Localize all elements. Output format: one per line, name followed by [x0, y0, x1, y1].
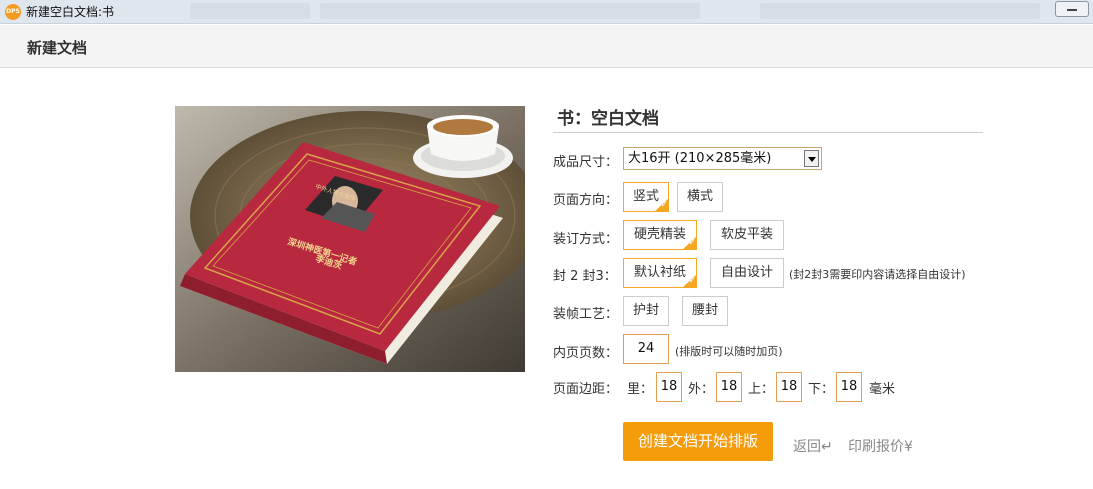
margin-inner-label: 里： [627, 382, 654, 397]
margin-bottom-label: 下： [808, 382, 835, 397]
heading-divider [553, 132, 983, 133]
cover23-hint: (封2封3需要印内容请选择自由设计) [789, 268, 966, 281]
background-toolbar-ghost [320, 3, 700, 19]
craft-jacket-button[interactable]: 护封 [623, 296, 669, 326]
margin-outer-input[interactable]: 18 [716, 372, 742, 402]
back-link[interactable]: 返回↵ [793, 436, 833, 456]
app-logo-icon: DPS [5, 4, 21, 20]
cover23-custom-button[interactable]: 自由设计 [710, 258, 784, 288]
craft-label: 装帧工艺： [553, 307, 619, 322]
pages-input[interactable]: 24 [623, 334, 669, 364]
create-document-button[interactable]: 创建文档开始排版 [623, 422, 773, 461]
window-title: 新建空白文档:书 [26, 5, 115, 19]
size-select-value: 大16开 (210×285毫米) [628, 151, 772, 166]
binding-hardcover-button[interactable]: 硬壳精装 [623, 220, 697, 250]
size-select[interactable]: 大16开 (210×285毫米) [623, 147, 822, 170]
book-preview-image: 中外人物大全传 深圳神医第一记者 李迪茨 [175, 106, 525, 372]
orientation-landscape-button[interactable]: 横式 [677, 182, 723, 212]
size-label: 成品尺寸： [553, 155, 619, 170]
background-toolbar-ghost [760, 3, 1040, 19]
margin-label: 页面边距： [553, 382, 619, 397]
cover23-default-button[interactable]: 默认衬纸 [623, 258, 697, 288]
margin-unit: 毫米 [869, 382, 896, 397]
window-titlebar: DPS 新建空白文档:书 [0, 0, 1093, 24]
pages-hint: (排版时可以随时加页) [675, 345, 783, 358]
print-quote-link[interactable]: 印刷报价¥ [848, 436, 913, 456]
margin-bottom-input[interactable]: 18 [836, 372, 862, 402]
pages-label: 内页页数： [553, 346, 619, 361]
binding-label: 装订方式： [553, 232, 619, 247]
orientation-portrait-button[interactable]: 竖式 [623, 182, 669, 212]
dialog-title: 新建文档 [27, 39, 88, 57]
orientation-label: 页面方向： [553, 193, 619, 208]
craft-belly-band-button[interactable]: 腰封 [682, 296, 728, 326]
form-heading: 书：空白文档 [557, 109, 659, 129]
dropdown-arrow-icon[interactable] [804, 150, 819, 167]
minimize-button[interactable] [1055, 1, 1089, 17]
background-toolbar-ghost [190, 3, 310, 19]
dialog-header: 新建文档 [0, 25, 1093, 68]
margin-inner-input[interactable]: 18 [656, 372, 682, 402]
margin-outer-label: 外： [688, 382, 715, 397]
margin-top-label: 上： [748, 382, 775, 397]
margin-top-input[interactable]: 18 [776, 372, 802, 402]
cover23-label: 封 2 封3： [553, 269, 617, 284]
binding-softcover-button[interactable]: 软皮平装 [710, 220, 784, 250]
book-photo-illustration: 中外人物大全传 深圳神医第一记者 李迪茨 [175, 106, 525, 372]
